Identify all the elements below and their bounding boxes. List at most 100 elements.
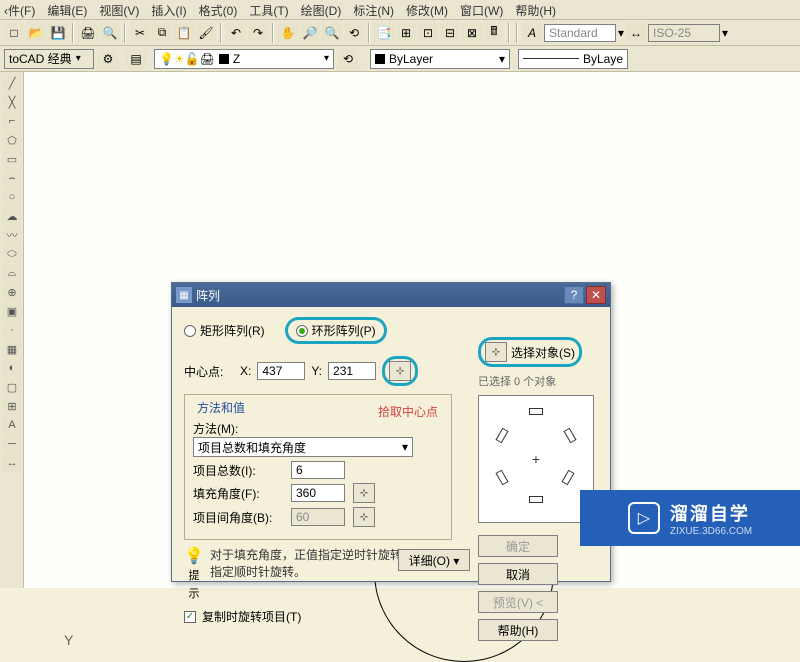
region-icon[interactable]: ▢ [2, 378, 22, 396]
props-icon[interactable]: 📑 [374, 23, 394, 43]
xline-icon[interactable]: ╳ [2, 93, 22, 111]
gradient-icon[interactable]: ◐ [2, 359, 22, 377]
items-input[interactable] [291, 461, 345, 479]
mtext-icon[interactable]: A [2, 416, 22, 434]
tool-pal-icon[interactable]: ⊡ [418, 23, 438, 43]
layer-prev-icon[interactable]: ⟲ [338, 49, 358, 69]
help-button[interactable]: 帮助(H) [478, 619, 558, 641]
pline-icon[interactable]: ⌐ [2, 112, 22, 130]
zoom-prev-icon[interactable]: ⟲ [344, 23, 364, 43]
line-icon[interactable]: ╱ [2, 74, 22, 92]
y-axis-label: Y [64, 632, 73, 648]
menu-view[interactable]: 视图(V) [99, 2, 139, 17]
insert-icon[interactable]: ⊕ [2, 283, 22, 301]
preview-icon[interactable]: 🔍 [100, 23, 120, 43]
menu-edit[interactable]: 编辑(E) [47, 2, 87, 17]
text-style-input[interactable] [544, 24, 616, 42]
dim-style-combo[interactable]: ▾ [648, 24, 728, 42]
menu-dim[interactable]: 标注(N) [353, 2, 394, 17]
menu-file[interactable]: ‹件(F) [4, 2, 35, 17]
layer-props-icon[interactable]: ▤ [126, 49, 146, 69]
calc-icon[interactable]: 🖩 [484, 23, 504, 43]
save-icon[interactable]: 💾 [48, 23, 68, 43]
text-style-combo[interactable]: ▾ [544, 24, 624, 42]
cancel-button[interactable]: 取消 [478, 563, 558, 585]
undo-icon[interactable]: ↶ [226, 23, 246, 43]
menu-modify[interactable]: 修改(M) [406, 2, 448, 17]
pan-icon[interactable]: ✋ [278, 23, 298, 43]
rotate-copy-checkbox[interactable]: ✓ [184, 611, 196, 623]
match-icon[interactable]: 🖌 [196, 23, 216, 43]
dim-style-input[interactable] [648, 24, 720, 42]
block-icon[interactable]: ▣ [2, 302, 22, 320]
pick-fill-angle-button[interactable]: ⊹ [353, 483, 375, 503]
details-button[interactable]: 详细(O) ▾ [398, 549, 470, 571]
pick-center-button[interactable]: ⊹ [389, 361, 411, 381]
dialog-help-icon[interactable]: ? [564, 286, 584, 304]
workspace-combo[interactable]: toCAD 经典▾ [4, 49, 94, 69]
dialog-close-icon[interactable]: ✕ [586, 286, 606, 304]
ellipse-icon[interactable]: ⬭ [2, 245, 22, 263]
new-icon[interactable]: □ [4, 23, 24, 43]
redo-icon[interactable]: ↷ [248, 23, 268, 43]
item-angle-input [291, 508, 345, 526]
dialog-title-text: 阵列 [196, 287, 220, 304]
spline-icon[interactable]: 〰 [2, 226, 22, 244]
table-icon[interactable]: ⊞ [2, 397, 22, 415]
polar-array-radio[interactable]: 环形阵列(P) [285, 317, 387, 344]
open-icon[interactable]: 📂 [26, 23, 46, 43]
layer-combo[interactable]: 💡☀🔓🖨 Z ▾ [154, 49, 334, 69]
ellipse-arc-icon[interactable]: ⌓ [2, 264, 22, 282]
dist-icon[interactable]: ↔ [2, 454, 22, 472]
watermark-brand: 溜溜自学 [670, 500, 752, 526]
linetype-combo[interactable]: ByLaye [518, 49, 628, 69]
preview-button[interactable]: 预览(V) < [478, 591, 558, 613]
arc-icon[interactable]: ⌢ [2, 169, 22, 187]
center-x-input[interactable] [257, 362, 305, 380]
circle-icon[interactable]: ○ [2, 188, 22, 206]
menu-window[interactable]: 窗口(W) [460, 2, 503, 17]
ws-settings-icon[interactable]: ⚙ [98, 49, 118, 69]
tip-icon: 💡提示 [184, 546, 204, 602]
annotation-text: 拾取中心点 [378, 403, 438, 420]
center-y-input[interactable] [328, 362, 376, 380]
dialog-titlebar[interactable]: ▦ 阵列 ? ✕ [172, 283, 610, 307]
menu-format[interactable]: 格式(0) [199, 2, 238, 17]
zoom-win-icon[interactable]: 🔍 [322, 23, 342, 43]
x-label: X: [240, 364, 251, 378]
hatch-icon[interactable]: ▦ [2, 340, 22, 358]
dc-icon[interactable]: ⊞ [396, 23, 416, 43]
cut-icon[interactable]: ✂ [130, 23, 150, 43]
plot-icon[interactable]: 🖨 [78, 23, 98, 43]
markup-icon[interactable]: ⊠ [462, 23, 482, 43]
zoom-rt-icon[interactable]: 🔎 [300, 23, 320, 43]
fill-angle-label: 填充角度(F): [193, 485, 283, 502]
array-dialog: ▦ 阵列 ? ✕ 矩形阵列(R) 环形阵列(P) [171, 282, 611, 582]
polygon-icon[interactable]: ⬠ [2, 131, 22, 149]
paste-icon[interactable]: 📋 [174, 23, 194, 43]
menu-insert[interactable]: 插入(I) [151, 2, 186, 17]
textstyle-icon[interactable]: A [522, 23, 542, 43]
watermark-url: ZIXUE.3D66.COM [670, 526, 752, 537]
rect-array-radio[interactable]: 矩形阵列(R) [184, 322, 265, 339]
watermark: ▷ 溜溜自学 ZIXUE.3D66.COM [580, 490, 800, 546]
items-label: 项目总数(I): [193, 462, 283, 479]
fill-angle-input[interactable] [291, 484, 345, 502]
revcloud-icon[interactable]: ☁ [2, 207, 22, 225]
ssm-icon[interactable]: ⊟ [440, 23, 460, 43]
center-label: 中心点: [184, 363, 234, 380]
rect-icon[interactable]: ▭ [2, 150, 22, 168]
menu-draw[interactable]: 绘图(D) [301, 2, 342, 17]
method-combo[interactable]: 项目总数和填充角度▾ [193, 437, 413, 457]
pick-item-angle-button[interactable]: ⊹ [353, 507, 375, 527]
menu-bar: ‹件(F) 编辑(E) 视图(V) 插入(I) 格式(0) 工具(T) 绘图(D… [0, 0, 800, 20]
color-combo[interactable]: ByLayer ▾ [370, 49, 510, 69]
point-icon[interactable]: · [2, 321, 22, 339]
item-angle-label: 项目间角度(B): [193, 509, 283, 526]
menu-tools[interactable]: 工具(T) [249, 2, 288, 17]
ok-button[interactable]: 确定 [478, 535, 558, 557]
select-objects-button[interactable]: ⊹ 选择对象(S) [478, 337, 582, 367]
menu-help[interactable]: 帮助(H) [515, 2, 556, 17]
copy-icon[interactable]: ⧉ [152, 23, 172, 43]
dimstyle-icon[interactable]: ↔ [626, 23, 646, 43]
